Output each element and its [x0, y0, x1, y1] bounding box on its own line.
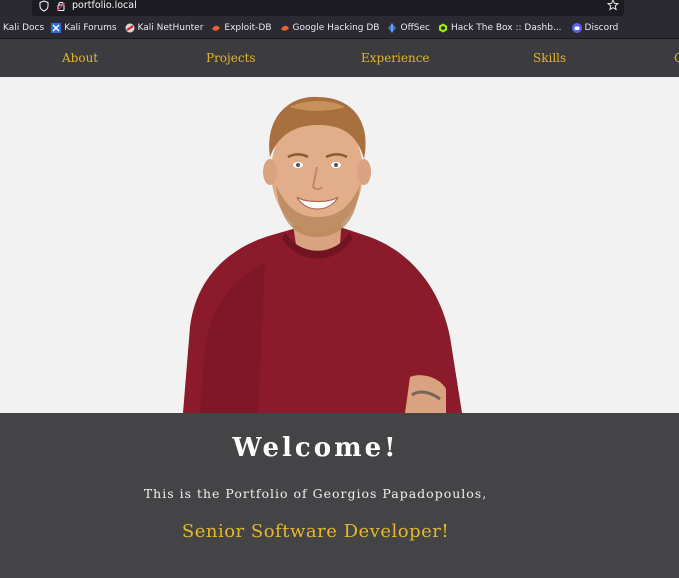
- shield-icon[interactable]: [39, 0, 49, 12]
- bookmark-label: Kali Forums: [64, 23, 117, 33]
- bookmark-offsec[interactable]: OffSec: [387, 18, 430, 38]
- exploit-db-icon: [212, 25, 221, 31]
- discord-icon: [571, 23, 582, 33]
- bookmark-kali-nethunter[interactable]: Kali NetHunter: [125, 18, 204, 38]
- htb-icon: [438, 23, 447, 33]
- portrait-photo: [183, 96, 462, 413]
- address-bar[interactable]: portfolio.local: [32, 0, 624, 16]
- browser-toolbar: portfolio.local: [0, 0, 679, 18]
- bookmark-kali-forums[interactable]: Kali Forums: [51, 18, 117, 38]
- bookmark-hack-the-box[interactable]: Hack The Box :: Dashb...: [438, 18, 562, 38]
- welcome-section: Welcome! This is the Portfolio of Georgi…: [0, 413, 679, 578]
- intro-text: This is the Portfolio of Georgios Papado…: [143, 486, 488, 501]
- nav-skills[interactable]: Skills: [533, 51, 566, 65]
- nav-about[interactable]: About: [62, 51, 98, 65]
- url-text[interactable]: portfolio.local: [72, 0, 137, 12]
- bookmark-label: Exploit-DB: [224, 23, 272, 33]
- bookmark-label: Google Hacking DB: [292, 23, 380, 33]
- role-text: Senior Software Developer!: [181, 521, 450, 542]
- offsec-icon: [388, 23, 397, 33]
- nav-experience[interactable]: Experience: [361, 51, 430, 65]
- kali-forums-icon: [51, 23, 62, 33]
- bookmarks-toolbar: Kali Docs Kali Forums Kali NetHunter Exp…: [0, 18, 679, 39]
- lock-icon[interactable]: [56, 0, 66, 12]
- bookmark-kali-docs[interactable]: Kali Docs: [3, 18, 44, 38]
- bookmark-label: Hack The Box :: Dashb...: [450, 23, 562, 33]
- nav-contact[interactable]: C: [674, 51, 679, 65]
- bookmark-label: Kali NetHunter: [137, 23, 204, 33]
- welcome-heading: Welcome!: [232, 433, 399, 463]
- nethunter-icon: [125, 23, 135, 33]
- bookmark-label: OffSec: [400, 23, 430, 33]
- star-icon[interactable]: [607, 0, 619, 11]
- bookmark-discord[interactable]: Discord: [571, 18, 619, 38]
- nav-projects[interactable]: Projects: [206, 51, 256, 65]
- ghdb-icon: [280, 25, 289, 31]
- hero-section: [0, 77, 679, 413]
- bookmark-exploit-db[interactable]: Exploit-DB: [211, 18, 272, 38]
- bookmark-label: Discord: [584, 23, 619, 33]
- site-nav: About Projects Experience Skills C: [0, 39, 679, 77]
- bookmark-label: Kali Docs: [3, 23, 45, 33]
- bookmark-google-hacking-db[interactable]: Google Hacking DB: [280, 18, 380, 38]
